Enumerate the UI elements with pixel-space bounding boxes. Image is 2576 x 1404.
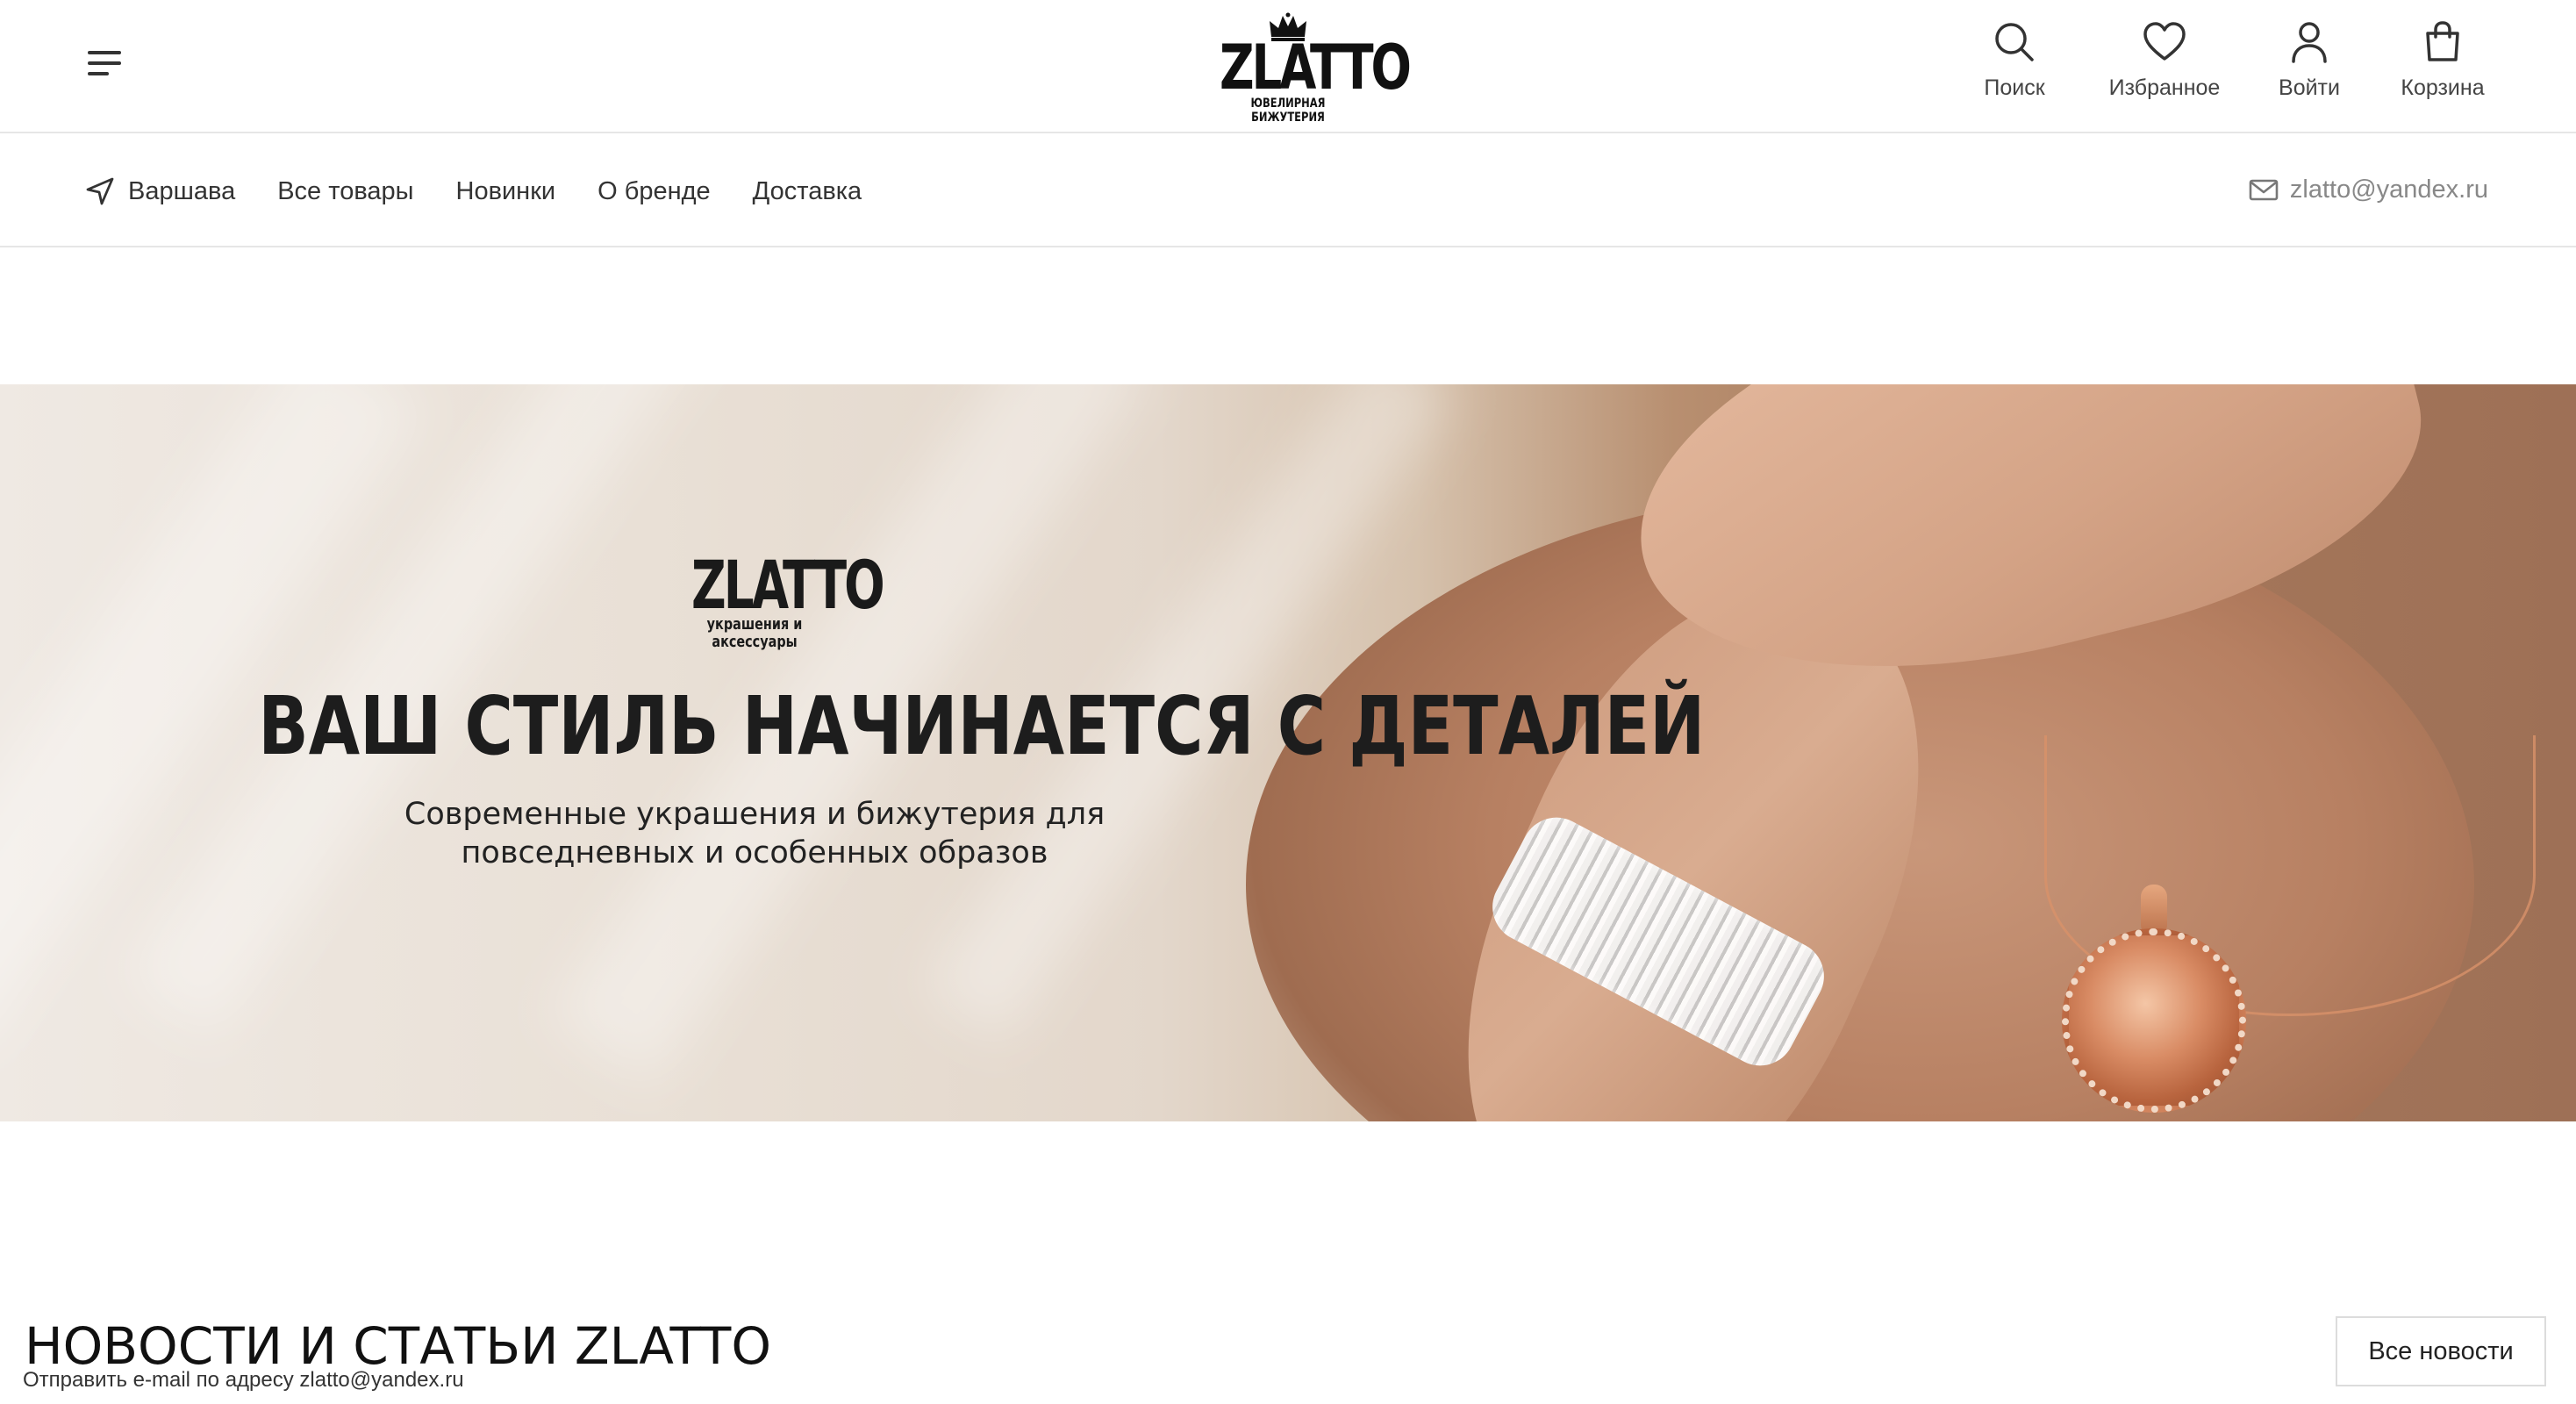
hero-logo: ZLATTO украшения и аксессуары [667, 546, 885, 651]
header-actions: Поиск Избранное Войти Корзина [1979, 19, 2488, 107]
city-label: Варшава [128, 176, 236, 205]
search-button[interactable]: Поиск [1979, 19, 2050, 107]
login-button[interactable]: Войти [2274, 19, 2344, 107]
favorites-button[interactable]: Избранное [2106, 19, 2223, 107]
nav-delivery[interactable]: Доставка [753, 177, 862, 206]
pendant-image [2062, 928, 2246, 1113]
site-header: ZLATTO ЮВЕЛИРНАЯ БИЖУТЕРИЯ Поиск Избранн… [0, 0, 2576, 133]
heart-icon [2143, 22, 2186, 61]
hero-subtitle: Современные украшения и бижутерия для по… [316, 795, 1193, 872]
hero-subtitle-line: Современные украшения и бижутерия для [404, 797, 1106, 832]
nav-about-brand[interactable]: О бренде [597, 177, 711, 206]
search-label: Поиск [1984, 75, 2045, 100]
menu-burger-icon[interactable] [84, 46, 128, 81]
hero-subtitle-line: повседневных и особенных образов [461, 835, 1048, 870]
user-icon [2292, 22, 2327, 63]
location-arrow-icon [86, 177, 114, 205]
cart-button[interactable]: Корзина [2397, 19, 2488, 107]
nav-links: Варшава Все товары Новинки О бренде Дост… [84, 174, 904, 209]
hero-logo-subtitle: украшения и аксессуары [706, 615, 803, 651]
logo-subtitle: ЮВЕЛИРНАЯ БИЖУТЕРИЯ [1250, 97, 1326, 125]
cart-label: Корзина [2401, 75, 2485, 100]
browser-status-bar: Отправить e-mail по адресу zlatto@yandex… [0, 1365, 475, 1395]
login-label: Войти [2279, 75, 2340, 100]
main-nav: Варшава Все товары Новинки О бренде Дост… [0, 135, 2576, 247]
logo-text: ZLATTO [1220, 32, 1412, 104]
hero-logo-text: ZLATTO [691, 546, 885, 624]
favorites-label: Избранное [2108, 75, 2221, 100]
site-logo[interactable]: ZLATTO ЮВЕЛИРНАЯ БИЖУТЕРИЯ [1200, 12, 1412, 125]
hero-banner[interactable]: ZLATTO украшения и аксессуары ВАШ СТИЛЬ … [0, 384, 2576, 1121]
search-icon [1995, 23, 2034, 61]
email-text: zlatto@yandex.ru [2289, 175, 2488, 204]
shopping-bag-icon [2426, 21, 2459, 61]
all-news-button[interactable]: Все новости [2336, 1316, 2546, 1386]
nav-new-arrivals[interactable]: Новинки [456, 177, 556, 206]
city-selector[interactable]: Варшава [84, 176, 235, 207]
email-link[interactable]: zlatto@yandex.ru [2248, 174, 2488, 205]
mail-icon [2249, 179, 2279, 201]
hero-title: ВАШ СТИЛЬ НАЧИНАЕТСЯ С ДЕТАЛЕЙ [258, 679, 1706, 773]
nav-all-products[interactable]: Все товары [277, 177, 413, 206]
